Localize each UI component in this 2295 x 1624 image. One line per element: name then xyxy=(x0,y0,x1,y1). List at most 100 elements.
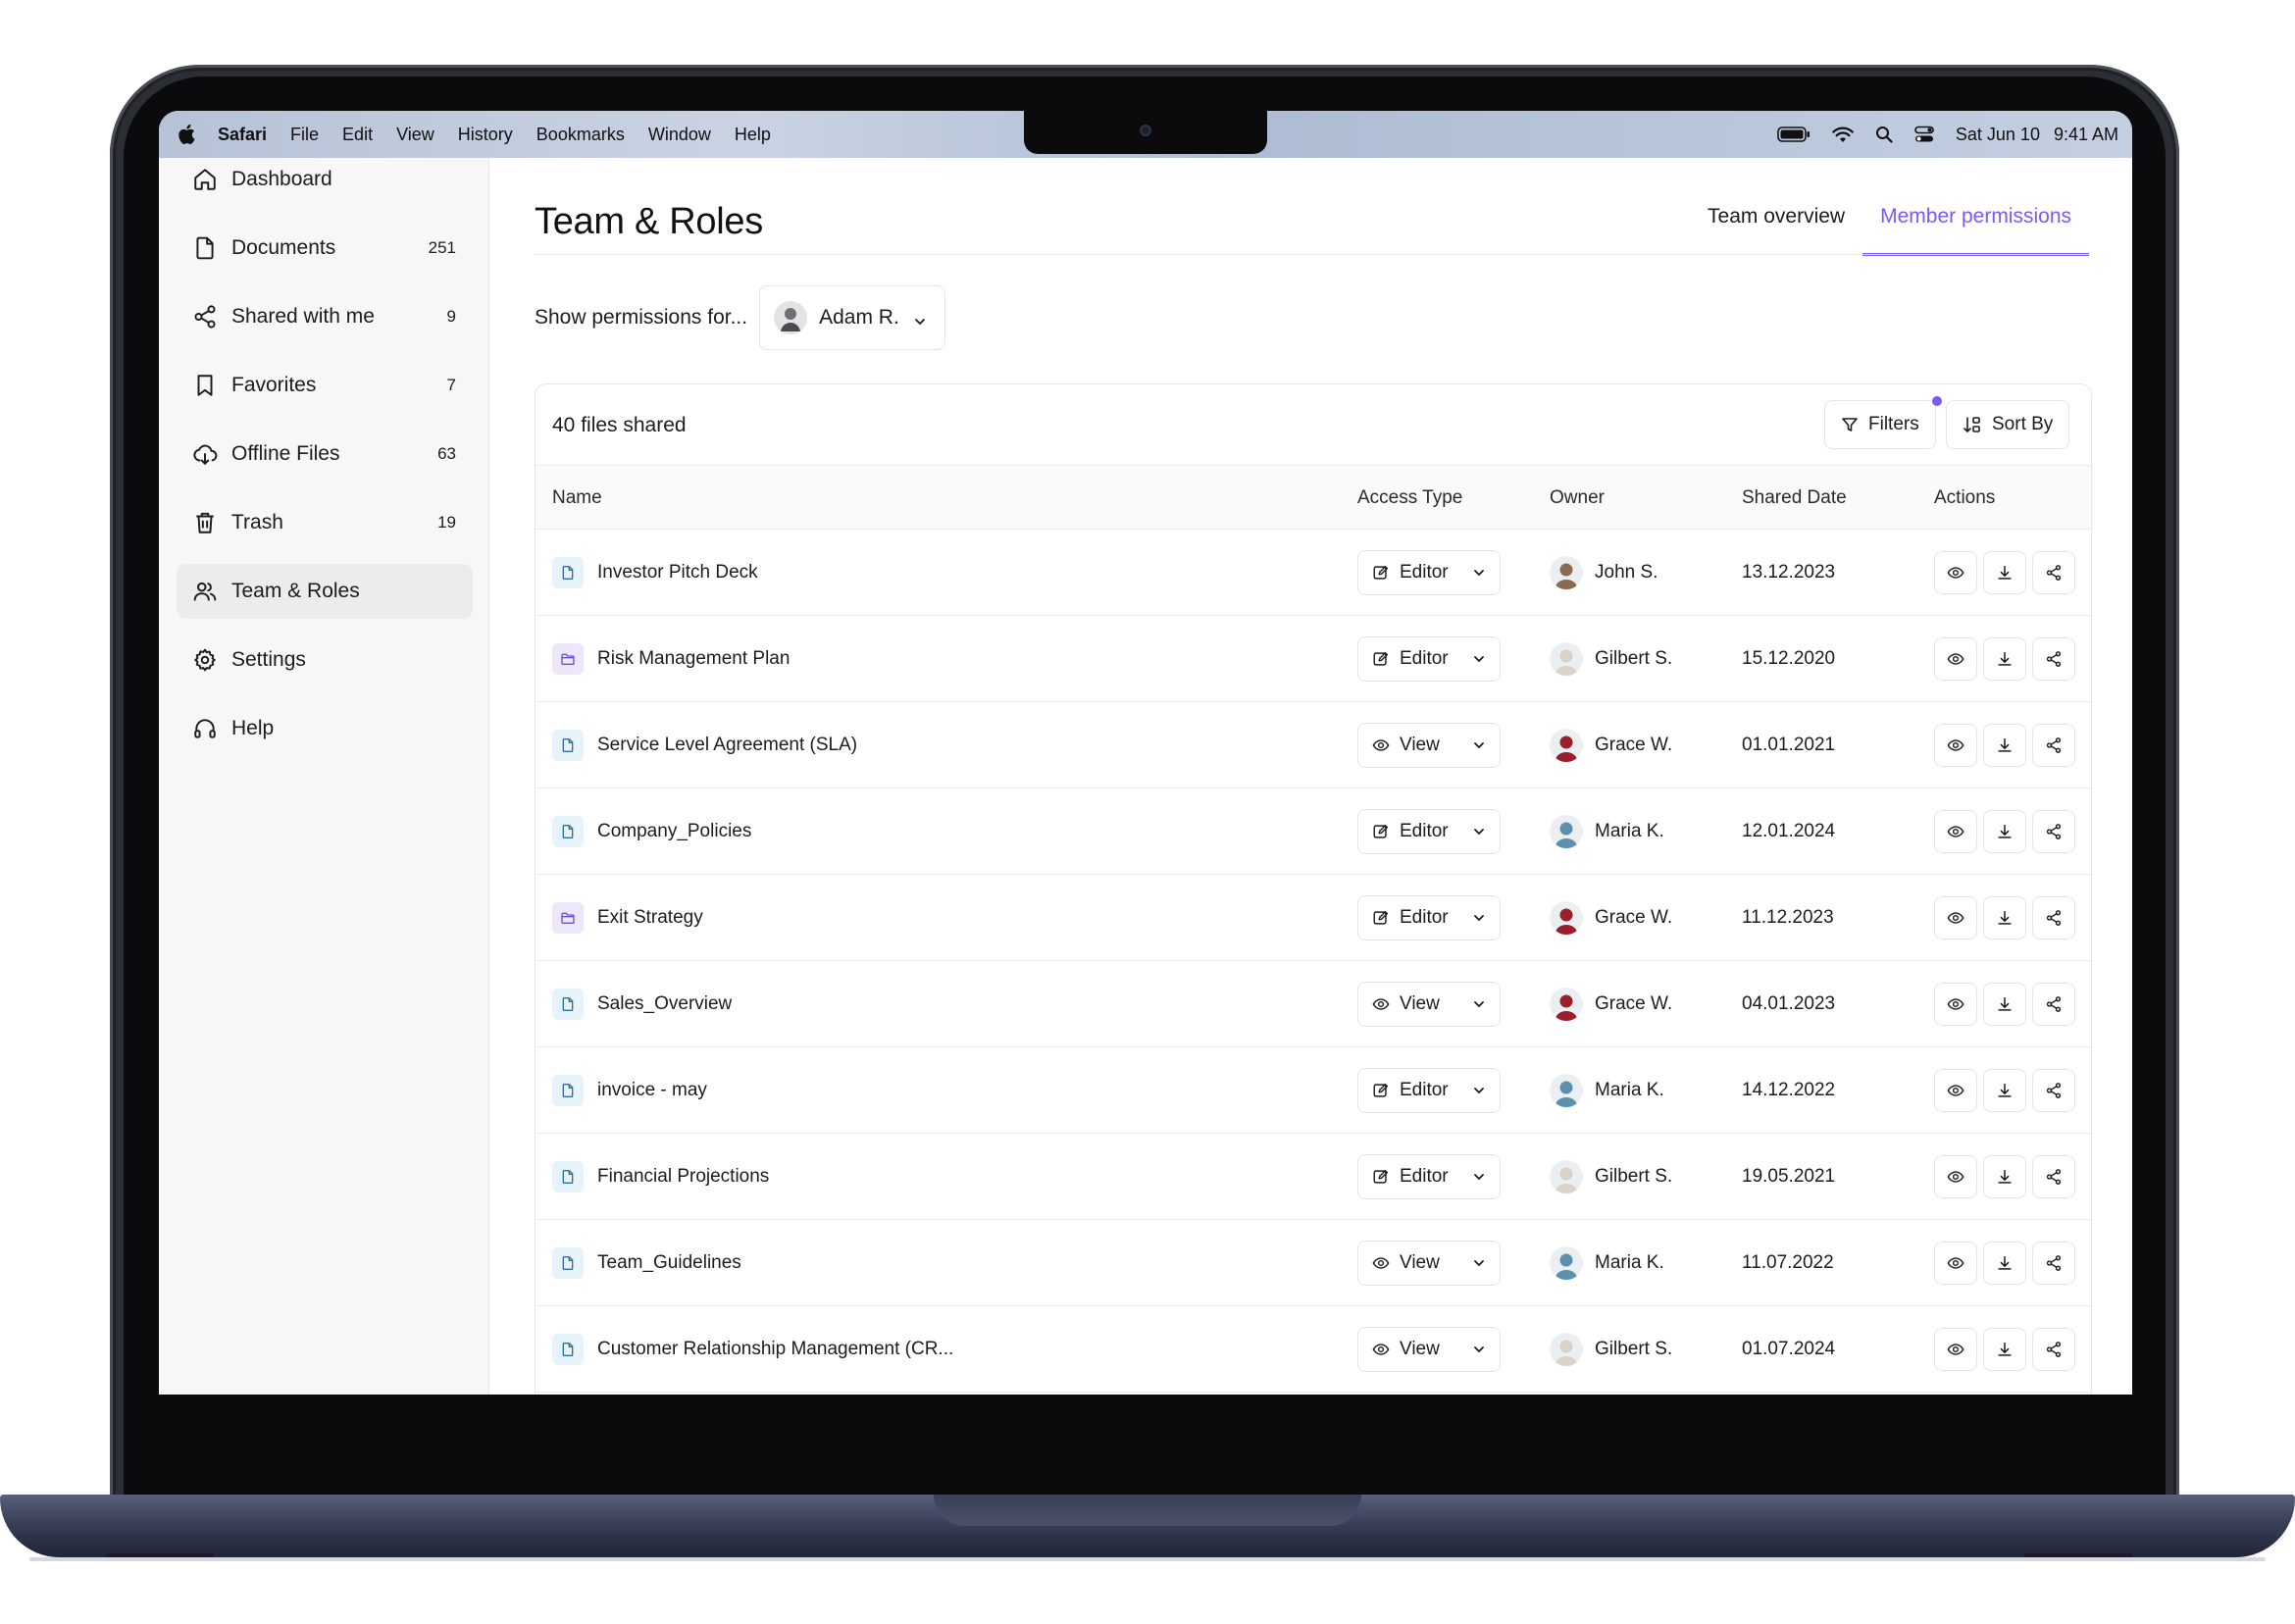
table-row[interactable]: Customer Relationship Management (CR... V… xyxy=(536,1306,2091,1393)
table-row[interactable]: Exit Strategy Editor Grace W. 11.12.2023 xyxy=(536,875,2091,961)
download-button[interactable] xyxy=(1983,1155,2026,1198)
file-name[interactable]: Risk Management Plan xyxy=(597,648,790,670)
sort-icon xyxy=(1964,417,1980,433)
preview-button[interactable] xyxy=(1934,1069,1977,1112)
sort-button[interactable]: Sort By xyxy=(1946,400,2070,449)
filters-button[interactable]: Filters xyxy=(1824,400,1936,449)
share-button[interactable] xyxy=(2032,1155,2075,1198)
access-type-dropdown[interactable]: View xyxy=(1357,982,1501,1027)
shared-date: 15.12.2020 xyxy=(1742,648,1836,669)
avatar xyxy=(1550,729,1583,762)
access-type-dropdown[interactable]: Editor xyxy=(1357,1154,1501,1199)
share-button[interactable] xyxy=(2032,1328,2075,1371)
table-row[interactable]: Sales_Overview View Grace W. 04.01.2023 xyxy=(536,961,2091,1047)
menu-file[interactable]: File xyxy=(290,125,319,145)
preview-button[interactable] xyxy=(1934,551,1977,594)
table-row[interactable]: Service Level Agreement (SLA) View Grace W… xyxy=(536,702,2091,788)
download-button[interactable] xyxy=(1983,637,2026,681)
table-row[interactable]: Investor Pitch Deck Editor John S. 13.12.20… xyxy=(536,530,2091,616)
user-select-dropdown[interactable]: Adam R. xyxy=(759,285,945,350)
sidebar-item-favorites[interactable]: Favorites 7 xyxy=(177,358,473,413)
apple-logo-icon[interactable] xyxy=(177,124,198,145)
sidebar-item-count: 7 xyxy=(446,376,456,394)
access-type-dropdown[interactable]: Editor xyxy=(1357,1068,1501,1113)
sidebar-item-help[interactable]: Help xyxy=(177,701,473,756)
sidebar-item-team-roles[interactable]: Team & Roles xyxy=(177,564,473,619)
access-type-dropdown[interactable]: Editor xyxy=(1357,636,1501,682)
sidebar-item-shared[interactable]: Shared with me 9 xyxy=(177,289,473,344)
edit-icon xyxy=(1372,650,1390,668)
access-type-dropdown[interactable]: Editor xyxy=(1357,550,1501,595)
access-type-dropdown[interactable]: Editor xyxy=(1357,809,1501,854)
preview-button[interactable] xyxy=(1934,810,1977,853)
preview-button[interactable] xyxy=(1934,983,1977,1026)
sidebar-item-documents[interactable]: Documents 251 xyxy=(177,221,473,276)
table-row[interactable]: Risk Management Plan Editor Gilbert S. 15.1… xyxy=(536,616,2091,702)
menu-window[interactable]: Window xyxy=(648,125,711,145)
download-button[interactable] xyxy=(1983,1242,2026,1285)
menu-bar: Safari File Edit View History Bookmarks … xyxy=(159,111,2132,158)
wifi-icon[interactable] xyxy=(1832,127,1854,143)
table-row[interactable]: Financial Projections Editor Gilbert S. 19.… xyxy=(536,1134,2091,1220)
menu-app-name[interactable]: Safari xyxy=(218,125,267,145)
file-name[interactable]: Company_Policies xyxy=(597,821,751,842)
menu-view[interactable]: View xyxy=(396,125,434,145)
preview-button[interactable] xyxy=(1934,637,1977,681)
access-type-dropdown[interactable]: Editor xyxy=(1357,895,1501,940)
share-button[interactable] xyxy=(2032,1242,2075,1285)
column-header-name[interactable]: Name xyxy=(552,487,602,509)
file-name[interactable]: Sales_Overview xyxy=(597,993,732,1015)
file-name[interactable]: Financial Projections xyxy=(597,1166,769,1188)
preview-button[interactable] xyxy=(1934,1242,1977,1285)
download-button[interactable] xyxy=(1983,983,2026,1026)
access-type-dropdown[interactable]: View xyxy=(1357,1327,1501,1372)
table-row[interactable]: invoice - may Editor Maria K. 14.12.2022 xyxy=(536,1047,2091,1134)
sidebar-item-offline-files[interactable]: Offline Files 63 xyxy=(177,427,473,482)
download-button[interactable] xyxy=(1983,551,2026,594)
sidebar-item-settings[interactable]: Settings xyxy=(177,633,473,687)
file-name[interactable]: Exit Strategy xyxy=(597,907,703,929)
preview-button[interactable] xyxy=(1934,1155,1977,1198)
preview-button[interactable] xyxy=(1934,1328,1977,1371)
tab-member-permissions[interactable]: Member permissions xyxy=(1862,195,2089,256)
menu-time[interactable]: 9:41 AM xyxy=(2054,125,2118,145)
download-button[interactable] xyxy=(1983,896,2026,939)
tab-team-overview[interactable]: Team overview xyxy=(1690,195,1862,256)
file-name[interactable]: Service Level Agreement (SLA) xyxy=(597,735,857,756)
download-button[interactable] xyxy=(1983,810,2026,853)
share-button[interactable] xyxy=(2032,637,2075,681)
share-button[interactable] xyxy=(2032,983,2075,1026)
menu-bookmarks[interactable]: Bookmarks xyxy=(536,125,625,145)
sidebar-item-dashboard[interactable]: Dashboard xyxy=(177,152,473,207)
file-name[interactable]: Customer Relationship Management (CR... xyxy=(597,1339,953,1360)
download-button[interactable] xyxy=(1983,724,2026,767)
control-center-icon[interactable] xyxy=(1914,126,1934,143)
share-button[interactable] xyxy=(2032,724,2075,767)
download-button[interactable] xyxy=(1983,1328,2026,1371)
file-name[interactable]: invoice - may xyxy=(597,1080,707,1101)
battery-icon[interactable] xyxy=(1777,127,1810,142)
share-button[interactable] xyxy=(2032,551,2075,594)
share-button[interactable] xyxy=(2032,810,2075,853)
column-header-shared-date[interactable]: Shared Date xyxy=(1742,487,1847,509)
menu-help[interactable]: Help xyxy=(735,125,771,145)
table-row[interactable]: Team_Guidelines View Maria K. 11.07.2022 xyxy=(536,1220,2091,1306)
share-button[interactable] xyxy=(2032,896,2075,939)
access-type-dropdown[interactable]: View xyxy=(1357,723,1501,768)
preview-button[interactable] xyxy=(1934,896,1977,939)
share-button[interactable] xyxy=(2032,1069,2075,1112)
column-header-access-type[interactable]: Access Type xyxy=(1357,487,1462,509)
menu-history[interactable]: History xyxy=(458,125,513,145)
table-row[interactable]: Company_Policies Editor Maria K. 12.01.2024 xyxy=(536,788,2091,875)
menu-edit[interactable]: Edit xyxy=(342,125,373,145)
search-icon[interactable] xyxy=(1875,126,1893,143)
file-name[interactable]: Team_Guidelines xyxy=(597,1252,741,1274)
file-name[interactable]: Investor Pitch Deck xyxy=(597,562,758,584)
preview-button[interactable] xyxy=(1934,724,1977,767)
menu-date[interactable]: Sat Jun 10 xyxy=(1956,125,2040,145)
column-header-owner[interactable]: Owner xyxy=(1550,487,1605,509)
sidebar-item-trash[interactable]: Trash 19 xyxy=(177,495,473,550)
edit-icon xyxy=(1372,1168,1390,1186)
access-type-dropdown[interactable]: View xyxy=(1357,1241,1501,1286)
download-button[interactable] xyxy=(1983,1069,2026,1112)
